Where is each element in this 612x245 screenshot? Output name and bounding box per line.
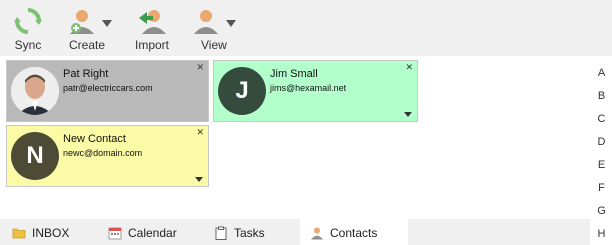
person-icon (311, 227, 323, 240)
nav-calendar[interactable]: Calendar (108, 219, 177, 245)
import-button[interactable]: Import (130, 4, 174, 54)
import-contact-icon (139, 10, 166, 34)
alpha-letter-f[interactable]: F (591, 177, 612, 200)
alpha-letter-e[interactable]: E (591, 154, 612, 177)
view-contact-icon (194, 10, 218, 34)
bottom-nav: INBOX Calendar Tasks Contacts (0, 219, 590, 245)
alpha-letter-b[interactable]: B (591, 85, 612, 108)
contact-card[interactable]: J Jim Small jims@hexamail.net ✕ (213, 60, 418, 122)
nav-inbox-label: INBOX (32, 226, 70, 240)
contact-email: jims@hexamail.net (270, 83, 347, 93)
clipboard-icon (215, 226, 227, 240)
contact-email: newc@domain.com (63, 148, 143, 158)
calendar-icon (108, 227, 122, 240)
contacts-panel: Pat Right patr@electriccars.com ✕ J Jim … (0, 56, 590, 218)
sync-button[interactable]: Sync (8, 4, 48, 54)
add-contact-icon (70, 10, 94, 34)
sync-icon (14, 8, 42, 34)
contact-photo-icon (11, 67, 59, 115)
sync-label: Sync (14, 38, 42, 52)
nav-inbox[interactable]: INBOX (12, 219, 69, 245)
avatar: J (218, 67, 266, 115)
nav-tasks[interactable]: Tasks (214, 219, 265, 245)
create-button[interactable]: Create (64, 4, 112, 54)
contact-name: Pat Right (63, 68, 109, 80)
view-label: View (201, 38, 227, 52)
nav-contacts[interactable]: Contacts (300, 219, 408, 245)
close-icon[interactable]: ✕ (196, 127, 204, 137)
contact-name: Jim Small (270, 68, 318, 80)
avatar (11, 67, 59, 115)
close-icon[interactable]: ✕ (405, 62, 413, 72)
create-label: Create (69, 38, 106, 52)
card-menu-icon[interactable] (195, 177, 203, 182)
card-menu-icon[interactable] (404, 112, 412, 117)
import-label: Import (134, 38, 169, 52)
alpha-letter-h[interactable]: H (591, 223, 612, 245)
create-dropdown-icon[interactable] (102, 20, 112, 27)
contact-name: New Contact (63, 133, 126, 145)
alpha-letter-c[interactable]: C (591, 108, 612, 131)
nav-calendar-label: Calendar (128, 226, 177, 240)
alpha-letter-a[interactable]: A (591, 62, 612, 85)
nav-tasks-label: Tasks (234, 226, 265, 240)
nav-contacts-label: Contacts (330, 226, 378, 240)
alphabet-index: A B C D E F G H (591, 62, 612, 245)
contact-card[interactable]: N New Contact newc@domain.com ✕ (6, 125, 209, 187)
contact-card[interactable]: Pat Right patr@electriccars.com ✕ (6, 60, 209, 122)
folder-icon (12, 228, 26, 239)
avatar: N (11, 132, 59, 180)
view-dropdown-icon[interactable] (226, 20, 236, 27)
alpha-letter-g[interactable]: G (591, 200, 612, 223)
close-icon[interactable]: ✕ (196, 62, 204, 72)
toolbar: Sync Create Import View (0, 0, 612, 56)
view-button[interactable]: View (192, 4, 240, 54)
contact-email: patr@electriccars.com (63, 83, 153, 93)
alpha-letter-d[interactable]: D (591, 131, 612, 154)
